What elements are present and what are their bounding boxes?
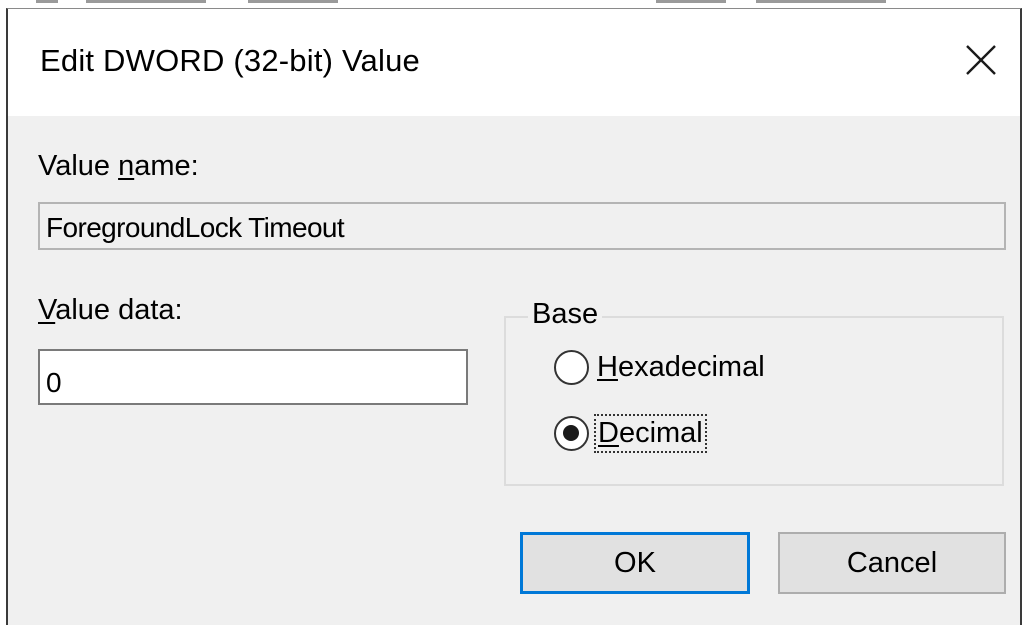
background-mark [756, 0, 886, 3]
radio-decimal-indicator[interactable] [554, 416, 589, 451]
radio-decimal-mnemonic: D [598, 417, 619, 449]
value-name-label-rest: ame: [134, 150, 199, 182]
title-bar[interactable]: Edit DWORD (32-bit) Value [8, 9, 1020, 116]
radio-decimal[interactable]: Decimal [554, 414, 707, 453]
radio-decimal-rest: ecimal [618, 417, 703, 449]
value-data-label: Value data: [38, 294, 183, 327]
value-name-label-mnemonic: n [118, 150, 135, 182]
close-icon [966, 45, 996, 75]
value-data-input[interactable] [38, 349, 468, 405]
ok-button[interactable]: OK [520, 532, 750, 594]
radio-hexadecimal-indicator[interactable] [554, 350, 589, 385]
value-data-label-rest: alue data: [55, 294, 183, 326]
radio-hexadecimal[interactable]: Hexadecimal [554, 350, 765, 385]
radio-hexadecimal-rest: exadecimal [617, 351, 765, 383]
value-data-label-mnemonic: V [38, 294, 56, 326]
background-mark [656, 0, 726, 3]
value-name-label-text: Value [38, 150, 119, 182]
background-mark [86, 0, 206, 3]
radio-hexadecimal-mnemonic: H [597, 351, 618, 383]
base-legend: Base [528, 298, 603, 331]
edit-dword-dialog: Edit DWORD (32-bit) Value Value name: Fo… [6, 8, 1022, 625]
dialog-title: Edit DWORD (32-bit) Value [40, 43, 420, 78]
close-button[interactable] [952, 31, 1010, 89]
radio-decimal-label: Decimal [594, 414, 707, 453]
screen: Edit DWORD (32-bit) Value Value name: Fo… [0, 0, 1028, 625]
dialog-body: Value name: ForegroundLock Timeout Value… [8, 116, 1020, 625]
value-name-label: Value name: [38, 150, 199, 183]
background-mark [36, 0, 58, 3]
base-group: Base Hexadecimal Decimal [504, 298, 1004, 486]
value-name-field[interactable]: ForegroundLock Timeout [38, 202, 1006, 250]
cancel-button[interactable]: Cancel [778, 532, 1006, 594]
radio-hexadecimal-label: Hexadecimal [597, 351, 765, 384]
background-mark [248, 0, 338, 3]
